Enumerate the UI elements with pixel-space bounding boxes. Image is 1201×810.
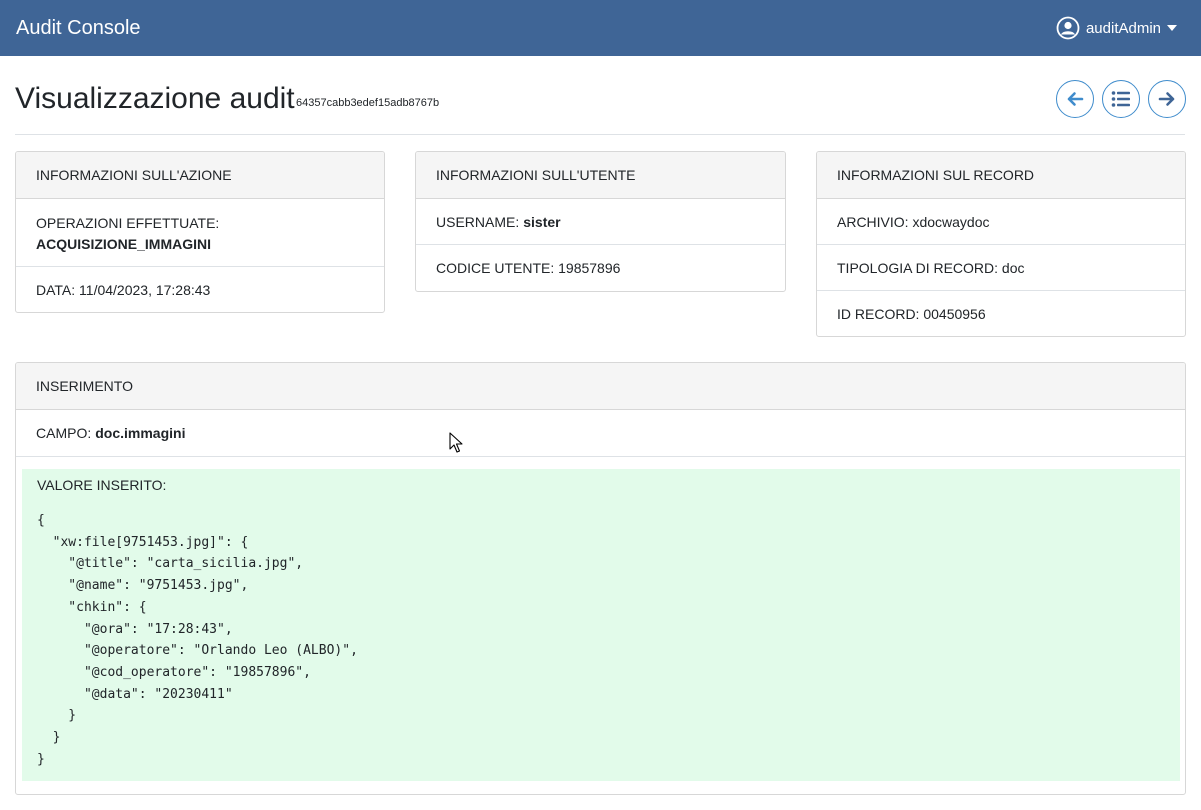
previous-button[interactable] xyxy=(1056,80,1094,118)
username-value: sister xyxy=(523,213,561,230)
inserted-value-label: VALORE INSERITO: xyxy=(37,477,167,493)
record-info-header: INFORMAZIONI SUL RECORD xyxy=(817,152,1185,199)
operations-value: ACQUISIZIONE_IMMAGINI xyxy=(36,236,212,252)
user-menu[interactable]: auditAdmin xyxy=(1056,16,1177,40)
audit-id: 64357cabb3edef15adb8767b xyxy=(296,97,440,109)
date-text: DATA: 11/04/2023, 17:28:43 xyxy=(36,281,211,298)
list-button[interactable] xyxy=(1102,80,1140,118)
field-value: doc.immagini xyxy=(95,425,186,441)
arrow-left-icon xyxy=(1066,90,1084,108)
archive-text: ARCHIVIO: xdocwaydoc xyxy=(837,213,990,230)
inserted-value-json: { "xw:file[9751453.jpg]": { "@title": "c… xyxy=(37,513,358,767)
list-icon xyxy=(1111,90,1131,108)
top-navbar: Audit Console auditAdmin xyxy=(0,0,1201,56)
inserted-value-panel: VALORE INSERITO: { "xw:file[9751453.jpg]… xyxy=(22,469,1180,781)
archive-row: ARCHIVIO: xdocwaydoc xyxy=(817,199,1185,245)
field-label: CAMPO: xyxy=(36,425,92,441)
record-type-text: TIPOLOGIA DI RECORD: doc xyxy=(837,259,1025,276)
user-name: auditAdmin xyxy=(1085,19,1161,37)
page-title: Visualizzazione audit xyxy=(15,82,295,115)
record-info-card: INFORMAZIONI SUL RECORD ARCHIVIO: xdocwa… xyxy=(816,151,1186,337)
operations-row: OPERAZIONI EFFETTUATE: ACQUISIZIONE_IMMA… xyxy=(16,199,384,267)
arrow-right-icon xyxy=(1158,90,1176,108)
insertion-card: INSERIMENTO CAMPO: doc.immagini VALORE I… xyxy=(15,362,1186,795)
user-code-text: CODICE UTENTE: 19857896 xyxy=(436,260,621,276)
caret-down-icon xyxy=(1167,25,1177,31)
username-label: USERNAME: xyxy=(436,213,520,230)
operations-label: OPERAZIONI EFFETTUATE: xyxy=(36,215,220,231)
action-info-header: INFORMAZIONI SULL'AZIONE xyxy=(16,152,384,199)
action-info-card: INFORMAZIONI SULL'AZIONE OPERAZIONI EFFE… xyxy=(15,151,385,313)
app-title[interactable]: Audit Console xyxy=(16,16,141,40)
insertion-header: INSERIMENTO xyxy=(16,363,1185,410)
mouse-cursor-icon xyxy=(449,432,463,457)
field-row: CAMPO: doc.immagini xyxy=(16,410,1185,457)
user-circle-icon xyxy=(1056,16,1080,40)
record-id-row: ID RECORD: 00450956 xyxy=(817,291,1185,336)
user-info-header: INFORMAZIONI SULL'UTENTE xyxy=(416,152,785,199)
user-code-row: CODICE UTENTE: 19857896 xyxy=(416,245,785,291)
next-button[interactable] xyxy=(1148,80,1186,118)
record-type-row: TIPOLOGIA DI RECORD: doc xyxy=(817,245,1185,291)
date-row: DATA: 11/04/2023, 17:28:43 xyxy=(16,267,384,312)
record-id-text: ID RECORD: 00450956 xyxy=(837,306,986,322)
username-row: USERNAME: sister xyxy=(416,199,785,245)
user-info-card: INFORMAZIONI SULL'UTENTE USERNAME: siste… xyxy=(415,151,786,292)
page-header: Visualizzazione audit 64357cabb3edef15ad… xyxy=(15,78,1186,135)
